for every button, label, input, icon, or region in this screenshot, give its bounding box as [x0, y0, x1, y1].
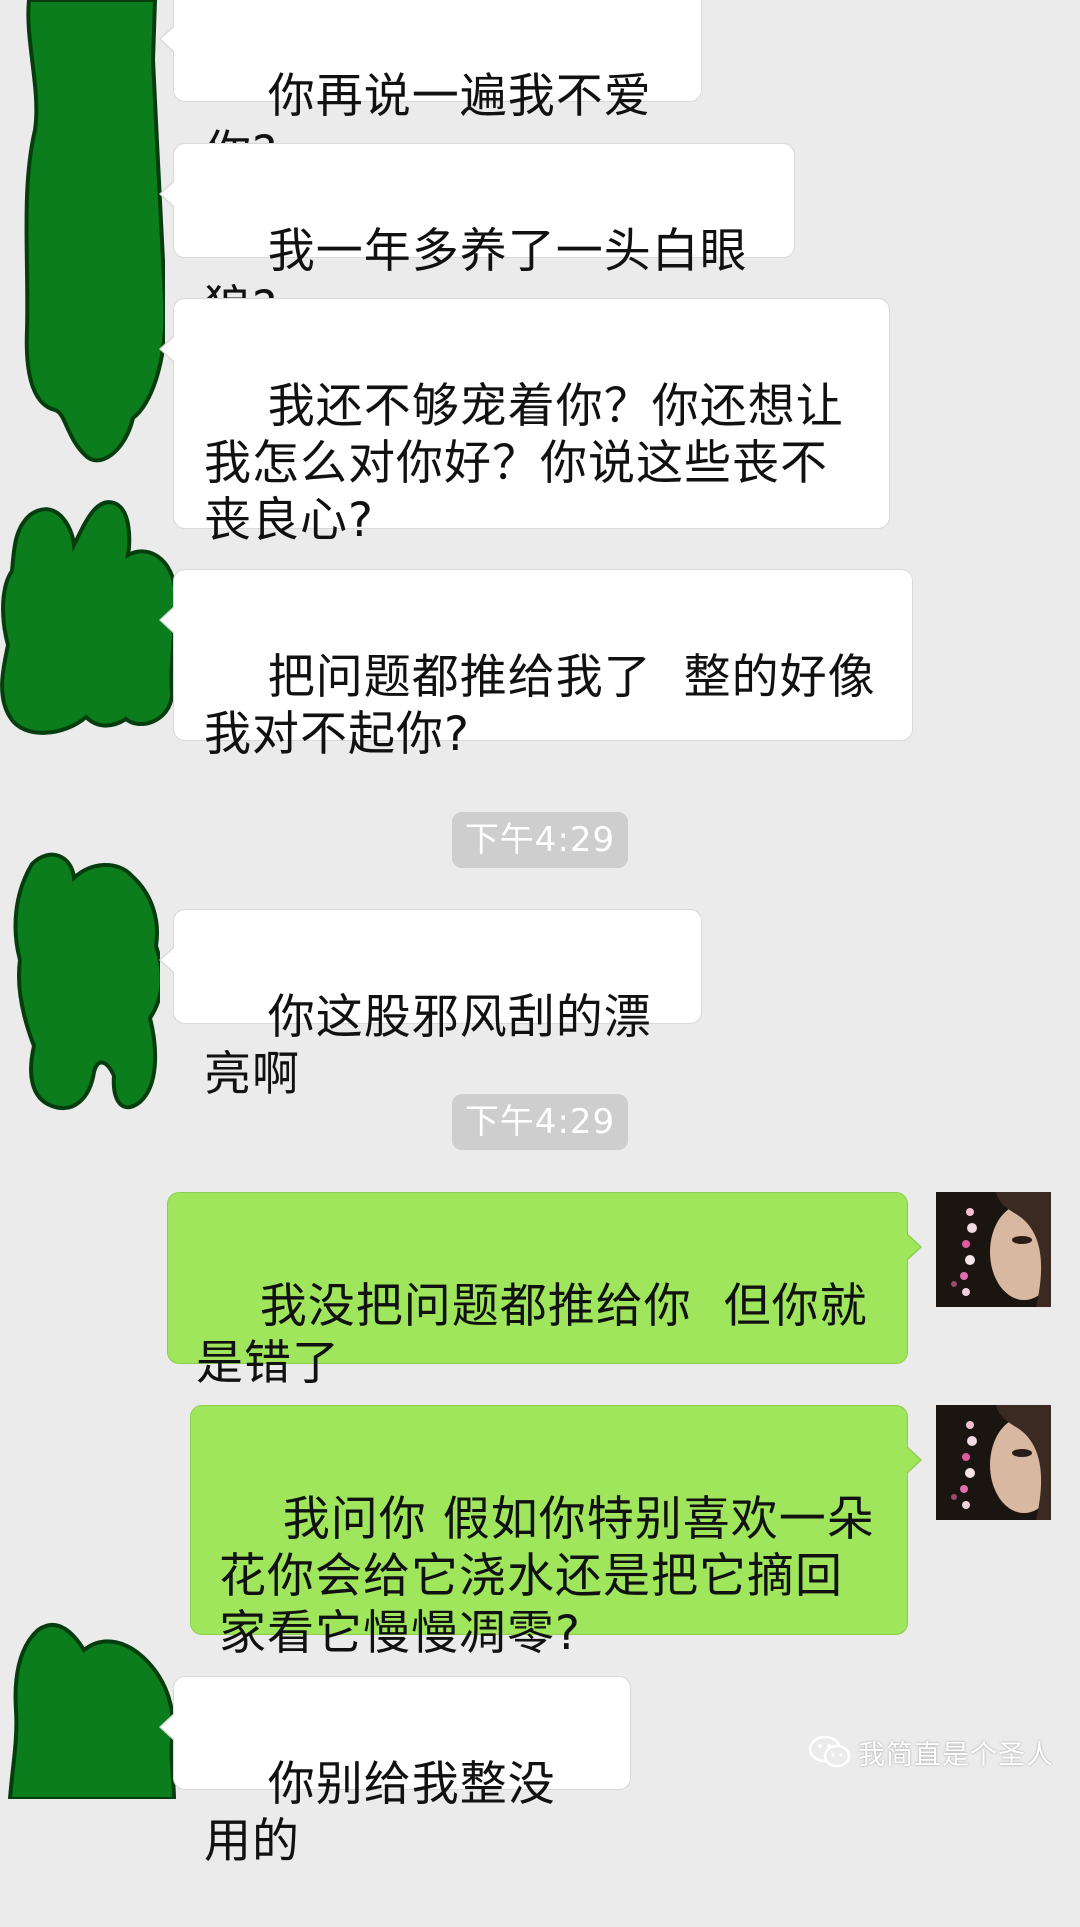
incoming-message-bubble[interactable]: 我一年多养了一头白眼狼? [159, 143, 795, 336]
incoming-message-bubble[interactable]: 你别给我整没用的 [159, 1676, 631, 1869]
portrait-image [936, 1192, 1051, 1307]
chat-thread[interactable]: 你再说一遍我不爱你? 我一年多养了一头白眼狼? 我还不够宠着你？你还想让我怎么对… [0, 0, 1080, 1869]
outgoing-message-bubble[interactable]: 我问你 假如你特别喜欢一朵花你会给它浇水还是把它摘回家看它慢慢凋零? [190, 1405, 922, 1661]
redaction-blob [0, 500, 179, 735]
user-avatar[interactable] [936, 1192, 1051, 1307]
incoming-message-bubble[interactable]: 我还不够宠着你？你还想让我怎么对你好？你说这些丧不丧良心? [159, 298, 890, 548]
message-text: 把问题都推给我了 整的好像我对不起你? [204, 650, 876, 762]
message-text: 我没把问题都推给你 但你就是错了 [196, 1279, 868, 1391]
message-text: 你别给我整没用的 [204, 1757, 556, 1869]
message-text: 我还不够宠着你？你还想让我怎么对你好？你说这些丧不丧良心? [204, 379, 844, 548]
incoming-message-bubble[interactable]: 你这股邪风刮的漂亮啊 [159, 909, 702, 1102]
timestamp-pill: 下午4:29 [452, 1094, 628, 1150]
user-avatar[interactable] [936, 1405, 1051, 1520]
portrait-image [936, 1405, 1051, 1520]
incoming-message-bubble[interactable]: 你再说一遍我不爱你? [159, 0, 702, 181]
message-text: 我问你 假如你特别喜欢一朵花你会给它浇水还是把它摘回家看它慢慢凋零? [219, 1492, 875, 1661]
redaction-blob [8, 1623, 177, 1799]
timestamp-pill: 下午4:29 [452, 812, 628, 868]
wechat-icon [808, 1735, 851, 1768]
redaction-blob [13, 852, 160, 1110]
message-text: 你这股邪风刮的漂亮啊 [204, 990, 652, 1102]
watermark: 我简直是个圣人 [808, 1732, 1054, 1772]
watermark-text: 我简直是个圣人 [858, 1739, 1054, 1771]
incoming-message-bubble[interactable]: 把问题都推给我了 整的好像我对不起你? [159, 569, 913, 762]
redaction-blob [24, 0, 165, 463]
outgoing-message-bubble[interactable]: 我没把问题都推给你 但你就是错了 [167, 1192, 922, 1391]
